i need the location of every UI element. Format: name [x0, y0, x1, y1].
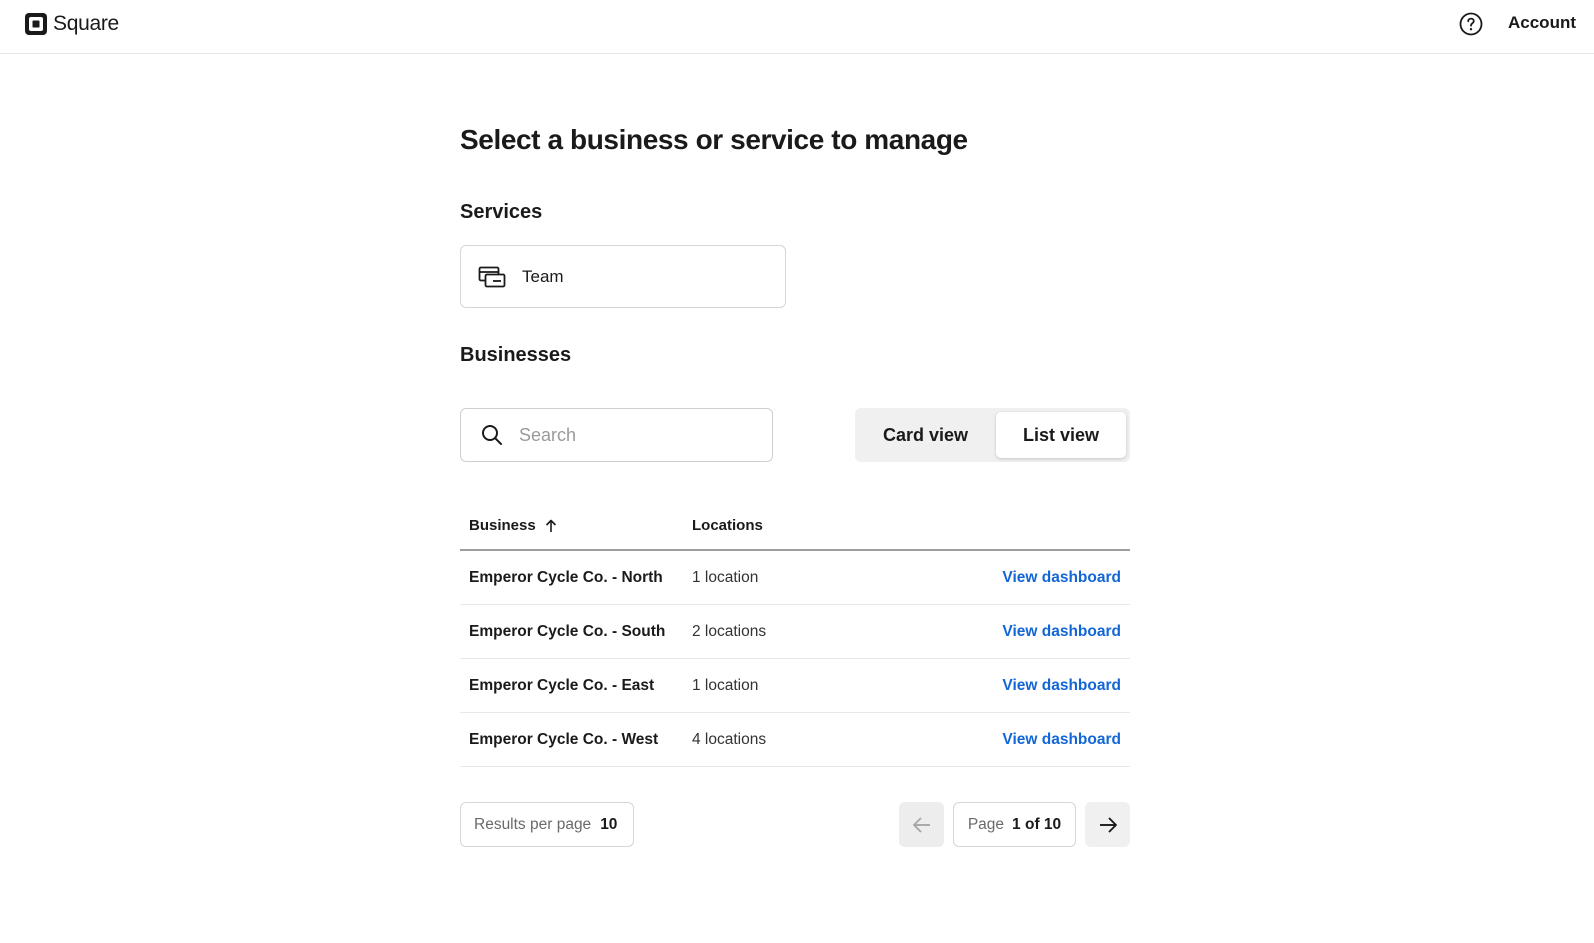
next-page-button[interactable] — [1085, 802, 1130, 847]
card-view-button[interactable]: Card view — [859, 412, 992, 458]
location-count: 2 locations — [692, 623, 767, 640]
column-header-label: Business — [469, 517, 536, 534]
page-label: Page — [967, 815, 1005, 833]
top-bar: Square Account — [0, 0, 1594, 54]
table-row: Emperor Cycle Co. - South 2 locations Vi… — [460, 605, 1130, 659]
table-row: Emperor Cycle Co. - North 1 location Vie… — [460, 551, 1130, 605]
results-per-page-label: Results per page — [474, 815, 592, 833]
table-row: Emperor Cycle Co. - East 1 location View… — [460, 659, 1130, 713]
services-heading: Services — [460, 201, 543, 223]
view-dashboard-link[interactable]: View dashboard — [1002, 623, 1121, 641]
service-label: Team — [522, 266, 564, 286]
arrow-left-icon — [912, 816, 930, 833]
help-icon[interactable] — [1459, 12, 1483, 36]
list-view-button[interactable]: List view — [996, 412, 1126, 458]
arrow-right-icon — [1099, 816, 1117, 833]
table-row: Emperor Cycle Co. - West 4 locations Vie… — [460, 713, 1130, 767]
results-per-page-value: 10 — [600, 815, 618, 833]
table-header: Business Locations — [460, 505, 1130, 551]
business-name: Emperor Cycle Co. - West — [469, 731, 659, 748]
search-box[interactable] — [460, 408, 773, 462]
search-input[interactable] — [519, 424, 749, 446]
results-per-page-select[interactable]: Results per page 10 — [460, 802, 634, 847]
page-title: Select a business or service to manage — [460, 124, 968, 155]
location-count: 1 location — [692, 569, 759, 586]
business-name: Emperor Cycle Co. - East — [469, 677, 655, 694]
business-name: Emperor Cycle Co. - South — [469, 623, 666, 640]
location-count: 1 location — [692, 677, 759, 694]
column-header-business[interactable]: Business — [469, 517, 558, 534]
team-card-icon — [478, 266, 506, 287]
view-dashboard-link[interactable]: View dashboard — [1002, 677, 1121, 695]
service-card-team[interactable]: Team — [460, 245, 786, 308]
view-toggle: Card view List view — [855, 408, 1130, 462]
column-header-locations: Locations — [692, 517, 763, 534]
view-dashboard-link[interactable]: View dashboard — [1002, 569, 1121, 587]
page-value: 1 of 10 — [1012, 815, 1062, 833]
page-indicator[interactable]: Page 1 of 10 — [953, 802, 1076, 847]
business-name: Emperor Cycle Co. - North — [469, 569, 663, 586]
square-logo-icon — [25, 13, 47, 35]
sort-ascending-icon — [545, 519, 556, 532]
location-count: 4 locations — [692, 731, 767, 748]
view-dashboard-link[interactable]: View dashboard — [1002, 731, 1121, 749]
account-link[interactable]: Account — [1508, 13, 1576, 33]
previous-page-button[interactable] — [899, 802, 944, 847]
businesses-table: Business Locations Emperor Cycle Co. - N… — [460, 505, 1130, 767]
square-logo[interactable]: Square — [24, 12, 119, 36]
search-icon — [482, 425, 502, 445]
businesses-heading: Businesses — [460, 344, 572, 366]
brand-name: Square — [53, 12, 119, 35]
